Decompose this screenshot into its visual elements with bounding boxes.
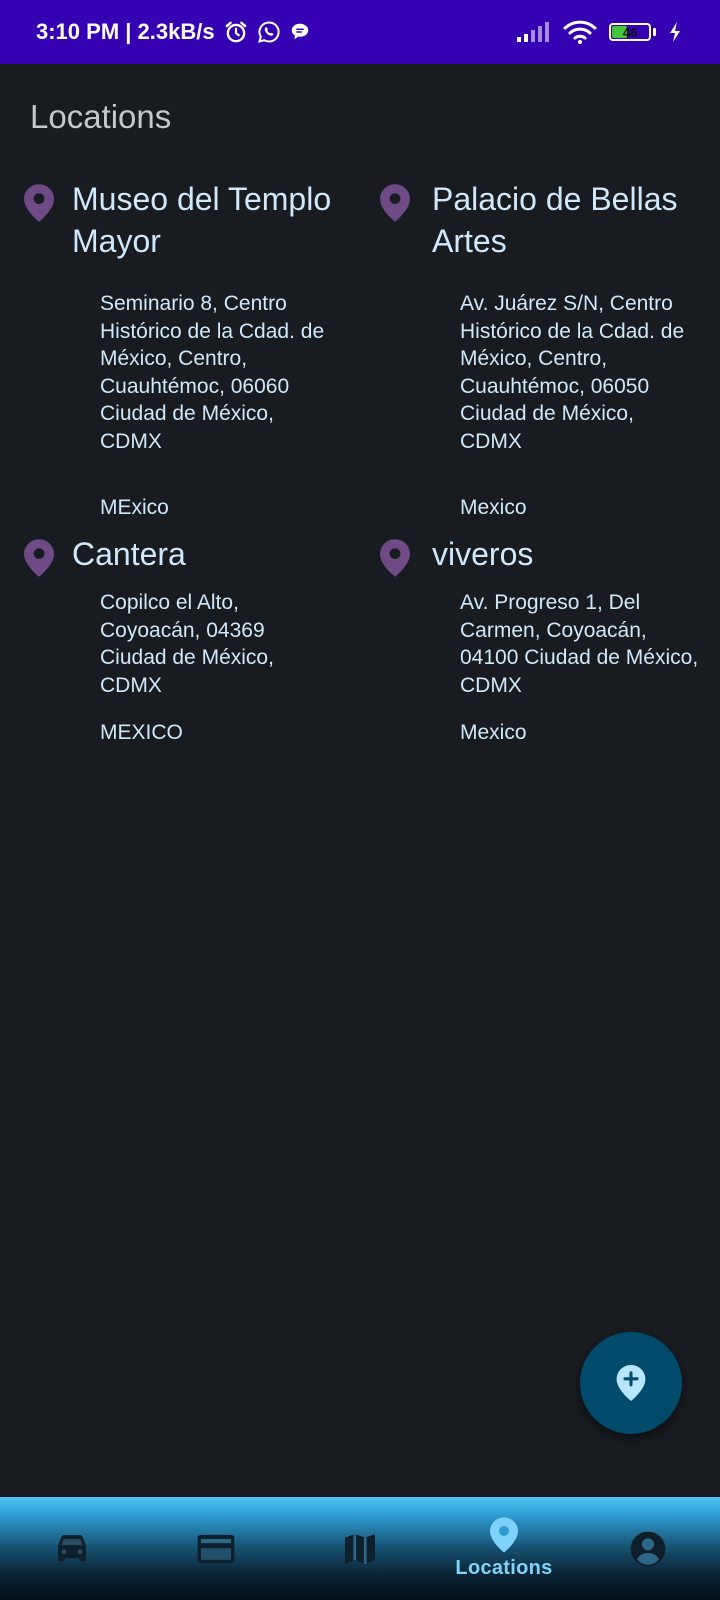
location-name: Palacio de Bellas Artes (432, 181, 678, 259)
location-address: Av. Progreso 1, Del Carmen, Coyoacán, 04… (460, 591, 699, 697)
location-card[interactable]: Cantera Copilco el Alto, Coyoacán, 04369… (0, 533, 360, 813)
nav-item-account[interactable] (576, 1497, 720, 1600)
location-address: Seminario 8, Centro Histórico de la Cdad… (100, 292, 325, 453)
location-pin-icon (380, 184, 410, 222)
nav-item-map[interactable] (288, 1497, 432, 1600)
battery-level: 46 (622, 24, 638, 40)
battery-icon: 46 (609, 23, 656, 41)
status-left: 3:10 PM | 2.3kB/s (36, 19, 311, 45)
location-pin-icon (24, 539, 54, 577)
add-location-button[interactable] (580, 1332, 682, 1434)
status-right: 46 (517, 19, 682, 45)
location-address: Copilco el Alto, Coyoacán, 04369 Ciudad … (100, 591, 274, 697)
status-bar: 3:10 PM | 2.3kB/s 46 (0, 0, 720, 64)
location-pin-icon (490, 1517, 518, 1553)
signal-icon (517, 21, 551, 43)
location-country: Mexico (460, 496, 527, 519)
location-card[interactable]: Palacio de Bellas Artes Av. Juárez S/N, … (360, 178, 720, 533)
status-time-speed: 3:10 PM | 2.3kB/s (36, 19, 215, 44)
page-title: Locations (30, 98, 172, 135)
location-pin-icon (24, 184, 54, 222)
location-country: MExico (100, 496, 169, 519)
location-name: viveros (432, 536, 534, 572)
wifi-icon (563, 19, 597, 45)
charging-icon (668, 21, 682, 43)
chat-bubble-icon (289, 21, 311, 43)
bottom-navigation: Locations (0, 1497, 720, 1600)
locations-grid: Museo del Templo Mayor Seminario 8, Cent… (0, 178, 720, 813)
location-address: Av. Juárez S/N, Centro Histórico de la C… (460, 292, 685, 453)
nav-item-payments[interactable] (144, 1497, 288, 1600)
credit-card-icon (197, 1534, 235, 1563)
account-circle-icon (630, 1531, 666, 1566)
alarm-icon (223, 19, 249, 45)
battery-body: 46 (609, 23, 651, 41)
map-icon (345, 1533, 375, 1564)
battery-cap (653, 28, 656, 36)
location-pin-icon (380, 539, 410, 577)
car-icon (58, 1534, 86, 1561)
location-name: Cantera (72, 536, 186, 572)
location-country: Mexico (460, 721, 527, 744)
location-name: Museo del Templo Mayor (72, 181, 332, 259)
nav-item-locations[interactable]: Locations (432, 1497, 576, 1600)
whatsapp-icon (257, 20, 281, 44)
add-location-icon (616, 1365, 646, 1401)
nav-item-vehicles[interactable] (0, 1497, 144, 1600)
location-country: MEXICO (100, 721, 183, 744)
nav-label-locations: Locations (455, 1557, 553, 1579)
location-card[interactable]: Museo del Templo Mayor Seminario 8, Cent… (0, 178, 360, 533)
location-card[interactable]: viveros Av. Progreso 1, Del Carmen, Coyo… (360, 533, 720, 813)
